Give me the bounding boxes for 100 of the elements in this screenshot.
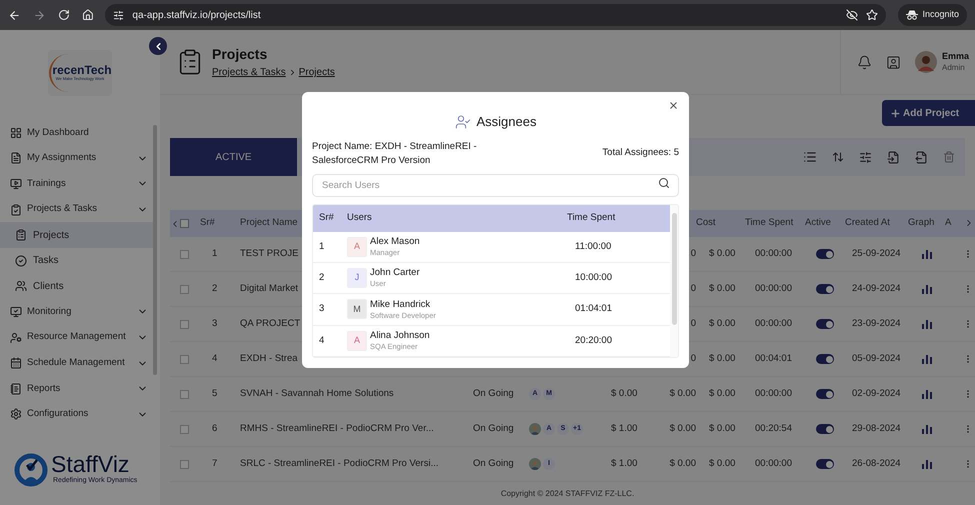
scrollbar[interactable]	[670, 204, 678, 357]
home-icon[interactable]	[82, 9, 94, 21]
table-cell-text: 00:04:01	[754, 352, 792, 366]
column-header: Cost	[696, 216, 716, 230]
menu-item-icon	[10, 332, 22, 344]
bookmark-star-icon[interactable]	[866, 9, 878, 21]
reload-icon[interactable]	[58, 9, 70, 21]
checkbox[interactable]	[180, 219, 189, 228]
table-cell-text: On Going	[472, 456, 514, 471]
table-cell-text: 1	[319, 240, 326, 254]
user-avatar[interactable]	[915, 51, 937, 73]
contact-card-icon[interactable]	[886, 54, 901, 70]
breadcrumb-link[interactable]: Projects & Tasks	[212, 65, 286, 80]
export-icon[interactable]	[915, 150, 928, 164]
sidebar-item[interactable]: Reports	[0, 376, 160, 402]
bar-chart-icon[interactable]	[922, 354, 932, 364]
forward-icon[interactable]	[32, 8, 46, 22]
table-cell-text: $ 0.00	[708, 316, 736, 331]
table-cell-text: 24-09-2024	[851, 282, 901, 296]
incognito-icon	[906, 10, 918, 20]
bar-chart-icon[interactable]	[922, 424, 932, 434]
row-checkbox[interactable]	[180, 390, 189, 398]
column-header: A	[945, 216, 952, 230]
toggle-switch[interactable]	[816, 459, 834, 469]
site-settings-icon[interactable]	[113, 10, 124, 20]
table-cell-text: 4	[211, 352, 218, 366]
search-field[interactable]: Search Users	[312, 174, 679, 196]
add-project-button[interactable]: Add Project	[882, 100, 975, 126]
bar-chart-icon[interactable]	[922, 284, 932, 294]
column-header: Users	[347, 210, 373, 225]
breadcrumb-link[interactable]: Projects	[298, 65, 335, 80]
table-cell-text: On Going	[472, 386, 514, 401]
row-checkbox[interactable]	[180, 320, 189, 328]
table-cell-text: EXDH - Strea	[240, 352, 298, 366]
bar-chart-icon[interactable]	[922, 319, 932, 329]
filter-sliders-icon[interactable]	[859, 150, 872, 164]
table-cell-text: 7	[211, 456, 218, 471]
table-cell-text: 00:00:00	[754, 246, 792, 261]
submenu-item-icon	[15, 254, 27, 267]
tab[interactable]: ACTIVE	[170, 138, 297, 176]
table-cell-text: $ 0.00	[708, 422, 736, 436]
row-checkbox[interactable]	[180, 250, 189, 258]
sort-icon[interactable]	[832, 151, 844, 163]
menu-item-icon	[10, 178, 22, 190]
toggle-switch[interactable]	[816, 249, 834, 259]
incognito-badge[interactable]: Incognito	[898, 4, 967, 26]
avatar-initial: A	[354, 240, 360, 253]
submenu-item-icon	[15, 280, 27, 292]
total-assignees-text: Total Assignees: 5	[602, 146, 679, 160]
table-cell-text: 3	[319, 302, 326, 316]
table-cell-text: 10:00:00	[574, 270, 613, 285]
bar-chart-icon[interactable]	[922, 389, 932, 399]
table-cell-text: $ 0.00	[670, 456, 696, 471]
row-checkbox[interactable]	[180, 284, 189, 294]
toggle-switch[interactable]	[816, 284, 834, 294]
column-header: Graph	[908, 216, 934, 230]
collapse-sidebar-button[interactable]	[149, 37, 167, 55]
table-cell-text: $ 1.00	[610, 456, 638, 471]
row-checkbox[interactable]	[180, 460, 189, 468]
close-icon[interactable]	[668, 100, 679, 111]
row-checkbox[interactable]	[180, 354, 189, 364]
bar-chart-icon[interactable]	[922, 249, 932, 259]
sidebar-subitem[interactable]: Projects	[0, 222, 153, 248]
toggle-switch[interactable]	[816, 389, 834, 399]
column-header: Active	[805, 216, 831, 230]
table-cell-text: 00:00:00	[754, 386, 792, 401]
menu-item-icon	[10, 306, 22, 318]
toggle-switch[interactable]	[816, 319, 834, 329]
toggle-switch[interactable]	[816, 424, 834, 434]
address-bar[interactable]: qa-app.staffviz.io/projects/list	[105, 4, 886, 26]
user-name: Mike Handrick	[370, 298, 432, 311]
table-cell-text: $ 0.00	[708, 246, 736, 261]
list-icon[interactable]	[803, 150, 817, 164]
bell-icon[interactable]	[857, 54, 872, 70]
toggle-switch[interactable]	[816, 354, 834, 364]
table-cell-text: $ 0.00	[708, 386, 736, 401]
sidebar-subitem[interactable]: Clients	[0, 274, 153, 300]
project-name-text: Project Name: EXDH - StreamlineREI - SalesforceCRM Pro Version	[312, 140, 478, 168]
plus-icon	[890, 108, 901, 118]
user-name: Alex Mason	[370, 236, 420, 248]
table-cell-text: 00:00:00	[754, 456, 792, 471]
table-cell-text: 25-09-2024	[851, 246, 901, 261]
column-header: Project Name	[240, 216, 298, 230]
table-cell-text: TEST PROJE	[240, 246, 298, 261]
url-text: qa-app.staffviz.io/projects/list	[132, 8, 262, 22]
menu-item-icon	[10, 408, 22, 420]
back-icon[interactable]	[8, 8, 21, 22]
table-cell-text: 00:00:00	[754, 316, 792, 331]
user-role: Admin	[942, 62, 966, 73]
menu-item-icon	[10, 357, 22, 370]
table-cell-text: 2	[211, 282, 218, 296]
import-icon[interactable]	[887, 150, 900, 164]
table-cell-text: 23-09-2024	[851, 316, 901, 331]
eye-off-icon[interactable]	[846, 9, 858, 21]
user-name: Emma	[942, 51, 970, 63]
copyright-text: Copyright © 2024 STAFFVIZ FZ-LLC.	[500, 488, 634, 500]
row-checkbox[interactable]	[180, 424, 189, 434]
bar-chart-icon[interactable]	[922, 459, 932, 469]
search-icon[interactable]	[658, 176, 670, 188]
sidebar-item[interactable]: Configurations	[0, 402, 160, 428]
